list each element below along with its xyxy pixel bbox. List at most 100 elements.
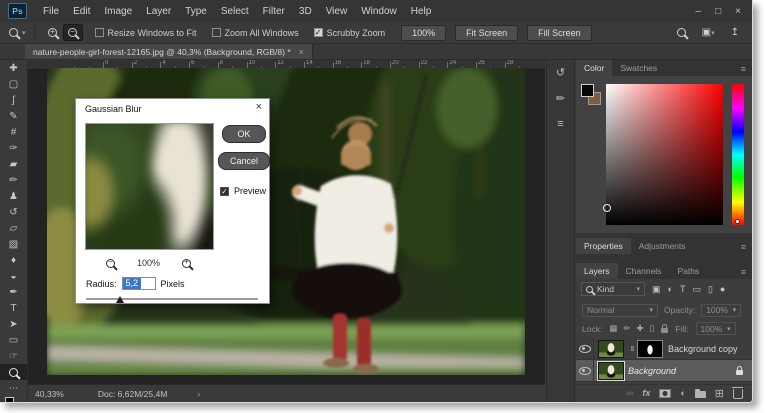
blend-mode-dropdown[interactable]: Normal▾ — [582, 304, 658, 317]
foreground-color-swatch[interactable] — [5, 397, 14, 403]
color-saturation-square[interactable] — [606, 84, 723, 225]
blur-preview-thumbnail[interactable] — [85, 123, 214, 250]
foreground-color-swatch[interactable] — [581, 84, 594, 97]
layer-thumbnail[interactable] — [598, 340, 624, 358]
rectangular-marquee-tool[interactable]: ▢ — [0, 76, 27, 92]
search-icon[interactable] — [677, 28, 686, 37]
visibility-toggle[interactable] — [576, 338, 594, 359]
rectangle-tool[interactable]: ▭ — [0, 332, 27, 348]
color-selector-ring[interactable] — [603, 204, 611, 212]
lock-all-icon[interactable] — [661, 328, 668, 333]
menu-3d[interactable]: 3D — [292, 6, 319, 17]
resize-windows-to-fit-checkbox[interactable] — [95, 28, 104, 37]
foreground-background-swatches[interactable] — [581, 84, 603, 108]
menu-layer[interactable]: Layer — [139, 6, 178, 17]
opacity-dropdown[interactable]: 100%▾ — [701, 304, 741, 317]
new-layer-icon[interactable]: ⊞ — [715, 387, 724, 400]
filter-shape-layers-icon[interactable]: ▭ — [692, 284, 701, 295]
slider-thumb[interactable] — [116, 296, 124, 303]
mask-link-icon[interactable]: ∞ — [628, 344, 637, 353]
dialog-close-icon[interactable]: × — [256, 101, 262, 113]
layer-style-icon[interactable]: fx — [642, 388, 650, 398]
status-chevron-icon[interactable]: › — [197, 389, 200, 399]
history-panel-icon[interactable]: ↺ — [556, 66, 565, 79]
properties-panel-icon[interactable]: ≡ — [557, 118, 563, 130]
photoshop-logo-icon[interactable]: Ps — [8, 3, 27, 19]
brush-tool[interactable]: ✏ — [0, 172, 27, 188]
filter-type-layers-icon[interactable]: T — [680, 284, 686, 294]
zoom-all-windows-checkbox[interactable] — [212, 28, 221, 37]
panel-menu-icon[interactable]: ≡ — [741, 267, 746, 277]
move-tool[interactable]: ✚ — [0, 60, 27, 76]
slider-track[interactable] — [86, 298, 258, 300]
layer-name[interactable]: Background copy — [668, 344, 738, 354]
layer-row-background[interactable]: Background — [576, 360, 752, 382]
menu-help[interactable]: Help — [404, 6, 439, 17]
menu-select[interactable]: Select — [214, 6, 256, 17]
pen-tool[interactable]: ✒ — [0, 284, 27, 300]
menu-filter[interactable]: Filter — [256, 6, 292, 17]
crop-tool[interactable]: # — [0, 124, 27, 140]
layer-filter-kind-dropdown[interactable]: Kind ▾ — [581, 282, 645, 296]
delete-layer-icon[interactable] — [733, 389, 743, 399]
menu-image[interactable]: Image — [97, 6, 139, 17]
zoom-tool[interactable] — [0, 364, 27, 380]
spot-healing-brush-tool[interactable]: ▰ — [0, 156, 27, 172]
fill-dropdown[interactable]: 100%▾ — [696, 322, 736, 335]
panel-menu-icon[interactable]: ≡ — [741, 64, 746, 74]
lasso-tool[interactable]: ʃ — [0, 92, 27, 108]
tab-paths[interactable]: Paths — [669, 263, 707, 279]
filter-toggle-icon[interactable]: ● — [720, 284, 725, 294]
workspace-switcher-icon[interactable]: ▣▾ — [702, 27, 715, 38]
history-brush-tool[interactable]: ↺ — [0, 204, 27, 220]
preview-checkbox[interactable]: ✓ — [220, 187, 229, 196]
radius-input[interactable]: 5,2 — [122, 277, 156, 290]
preview-zoom-in-icon[interactable] — [182, 259, 191, 268]
ok-button[interactable]: OK — [222, 125, 266, 143]
zoom-in-button[interactable] — [43, 24, 63, 41]
layer-mask-thumbnail[interactable] — [637, 340, 663, 358]
lock-artboard-icon[interactable]: ▯ — [650, 323, 655, 334]
new-adjustment-layer-icon[interactable]: ◐ — [680, 388, 685, 398]
clone-stamp-tool[interactable]: ♟ — [0, 188, 27, 204]
add-layer-mask-icon[interactable] — [659, 389, 671, 398]
100-button[interactable]: 100% — [401, 25, 446, 41]
maximize-button[interactable]: □ — [715, 6, 721, 17]
share-icon[interactable]: ↥ — [731, 27, 739, 38]
lock-position-icon[interactable]: ✚ — [636, 323, 643, 334]
minimize-button[interactable]: – — [696, 6, 702, 17]
eraser-tool[interactable]: ▱ — [0, 220, 27, 236]
menu-window[interactable]: Window — [354, 6, 404, 17]
gradient-tool[interactable]: ▧ — [0, 236, 27, 252]
hue-selector-dot[interactable] — [735, 219, 740, 224]
layer-row-background-copy[interactable]: ∞ Background copy — [576, 338, 752, 360]
panel-menu-icon[interactable]: ≡ — [741, 242, 746, 252]
filter-pixel-layers-icon[interactable]: ▣ — [652, 284, 661, 295]
zoom-all-windows-option[interactable]: Zoom All Windows — [212, 28, 299, 38]
tab-swatches[interactable]: Swatches — [612, 60, 665, 76]
toolbar-color-swatches[interactable] — [0, 397, 27, 403]
scrubby-zoom-checkbox[interactable]: ✓ — [314, 28, 323, 37]
brush-settings-panel-icon[interactable]: ✏ — [556, 92, 565, 105]
new-group-icon[interactable] — [695, 391, 706, 398]
layer-thumbnail[interactable] — [598, 362, 624, 380]
tab-close-icon[interactable]: × — [299, 47, 304, 57]
blur-tool[interactable]: ♦ — [0, 252, 27, 268]
layer-name[interactable]: Background — [628, 366, 676, 376]
menu-view[interactable]: View — [319, 6, 355, 17]
quick-selection-tool[interactable]: ✎ — [0, 108, 27, 124]
close-button[interactable]: × — [735, 6, 741, 17]
preview-zoom-out-icon[interactable] — [106, 259, 115, 268]
zoom-out-button[interactable] — [63, 24, 83, 41]
fill-screen-button[interactable]: Fill Screen — [527, 25, 592, 41]
tab-channels[interactable]: Channels — [618, 263, 670, 279]
lock-image-icon[interactable]: ✏ — [623, 323, 630, 334]
edit-toolbar-ellipsis[interactable]: ⋯ — [0, 380, 27, 396]
menu-type[interactable]: Type — [178, 6, 214, 17]
hue-slider[interactable] — [732, 84, 744, 225]
status-zoom-level[interactable]: 40,33% — [35, 389, 64, 399]
filter-adjustment-layers-icon[interactable]: ◐ — [668, 284, 673, 294]
tab-color[interactable]: Color — [576, 60, 612, 76]
menu-edit[interactable]: Edit — [66, 6, 97, 17]
visibility-toggle[interactable] — [576, 360, 594, 381]
